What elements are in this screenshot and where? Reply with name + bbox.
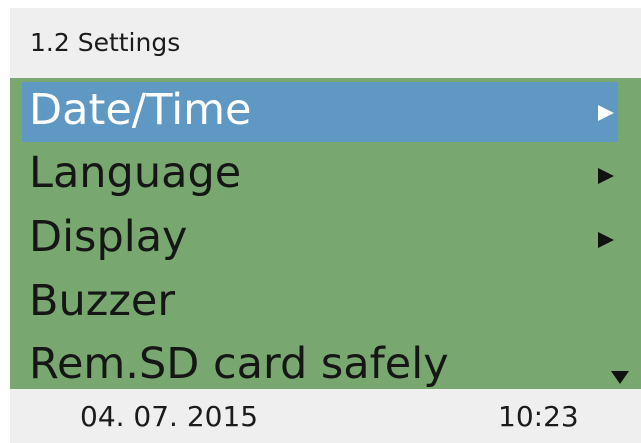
menu-item-buzzer[interactable]: Buzzer <box>22 273 618 333</box>
menu-item-label: Display <box>29 212 188 262</box>
menu-item-label: Language <box>29 148 242 198</box>
menu-item-display[interactable]: Display <box>22 209 618 269</box>
menu-item-label: Buzzer <box>29 276 176 326</box>
triangle-down-icon <box>611 371 629 384</box>
triangle-right-icon <box>598 168 614 184</box>
status-bar: 04. 07. 2015 10:23 <box>10 389 641 443</box>
triangle-right-icon <box>598 232 614 248</box>
time-display: 10:23 <box>498 400 579 433</box>
menu-item-language[interactable]: Language <box>22 145 618 205</box>
settings-screen: 1.2 Settings Date/Time Language Display … <box>0 0 641 443</box>
triangle-right-icon <box>598 105 614 121</box>
menu-item-date-time[interactable]: Date/Time <box>22 82 618 142</box>
menu-item-label: Date/Time <box>29 85 252 135</box>
date-display: 04. 07. 2015 <box>80 400 259 433</box>
header: 1.2 Settings <box>10 8 641 78</box>
settings-menu: Date/Time Language Display Buzzer Rem.SD… <box>10 78 641 389</box>
menu-item-remove-sd-card[interactable]: Rem.SD card safely <box>22 336 618 396</box>
page-title: 1.2 Settings <box>30 28 181 57</box>
menu-item-label: Rem.SD card safely <box>29 339 449 389</box>
